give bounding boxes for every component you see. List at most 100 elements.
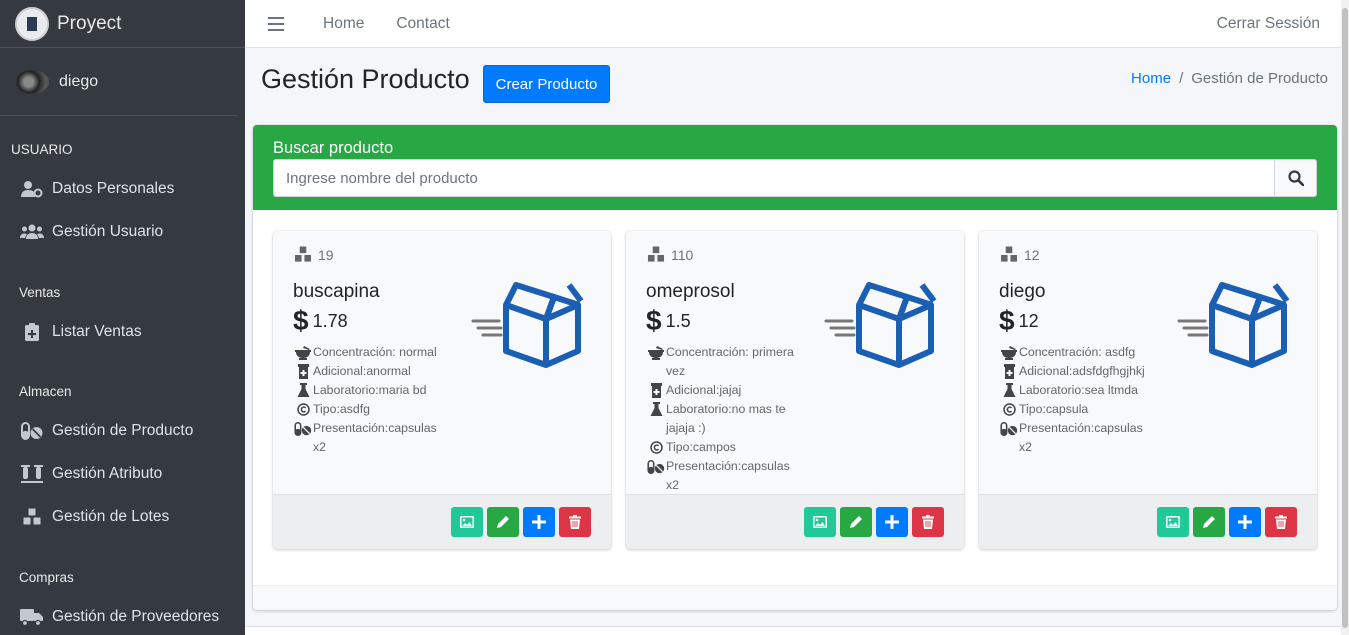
- copyright-icon: [999, 400, 1019, 419]
- sidebar-item-gestion-producto[interactable]: Gestión de Producto: [0, 411, 245, 451]
- product-search-card: Buscar producto 19 buscapina $ 1.78 Conc…: [253, 125, 1337, 610]
- dollar-icon: $: [293, 305, 309, 336]
- edit-product-button[interactable]: [840, 507, 872, 537]
- add-lot-button[interactable]: [1229, 507, 1261, 537]
- sidebar-item-gestion-usuario[interactable]: Gestión Usuario: [0, 212, 245, 252]
- product-price: $ 12: [999, 307, 1039, 335]
- product-details: Concentración: primera vez Adicional:jaj…: [646, 343, 806, 495]
- brand-title: Proyect: [57, 12, 122, 34]
- mortar-pestle-icon: [646, 343, 666, 362]
- product-price-value: 12: [1018, 310, 1039, 331]
- breadcrumb-separator: /: [1179, 70, 1184, 87]
- plus-icon: [1238, 515, 1252, 529]
- product-price-value: 1.78: [312, 310, 348, 331]
- cubes-icon: [294, 246, 312, 263]
- detail-laboratorio: Laboratorio:sea ltmda: [999, 381, 1159, 400]
- menu-toggle-icon[interactable]: [268, 16, 284, 31]
- sidebar: Proyect diego USUARIO Datos Personales G…: [0, 0, 245, 635]
- user-panel[interactable]: diego: [0, 48, 237, 116]
- breadcrumb-home-link[interactable]: Home: [1131, 70, 1171, 87]
- prescription-bottle-icon: [646, 381, 666, 400]
- sidebar-item-label: Gestión Atributo: [52, 465, 163, 482]
- prescription-bottle-icon: [293, 362, 313, 381]
- search-group: [273, 159, 1317, 197]
- top-navbar: Home Contact Cerrar Sessión: [245, 0, 1349, 48]
- nav-header-almacen: Almacen: [19, 384, 72, 399]
- pills-icon: [20, 421, 44, 441]
- add-lot-button[interactable]: [523, 507, 555, 537]
- truck-icon: [20, 607, 44, 627]
- product-card-footer: [626, 494, 964, 549]
- pencil-icon: [850, 516, 862, 528]
- product-price: $ 1.78: [293, 307, 348, 335]
- product-details: Concentración: asdfg Adicional:adsfdgfhg…: [999, 343, 1159, 457]
- nav-header-ventas: Ventas: [19, 285, 61, 300]
- pencil-icon: [497, 516, 509, 528]
- product-name: diego: [999, 281, 1046, 302]
- sidebar-item-gestion-atributo[interactable]: Gestión Atributo: [0, 454, 245, 494]
- dollar-icon: $: [646, 305, 662, 336]
- product-name: omeprosol: [646, 281, 735, 302]
- user-gear-icon: [20, 179, 44, 199]
- detail-presentacion: Presentación:capsulas x2: [999, 419, 1159, 457]
- search-input[interactable]: [273, 159, 1275, 197]
- sidebar-item-label: Gestión Usuario: [52, 223, 164, 240]
- image-icon: [813, 516, 827, 528]
- create-product-button[interactable]: Crear Producto: [483, 65, 610, 103]
- delete-product-button[interactable]: [912, 507, 944, 537]
- logout-link[interactable]: Cerrar Sessión: [1217, 15, 1320, 33]
- add-lot-button[interactable]: [876, 507, 908, 537]
- search-button[interactable]: [1275, 159, 1317, 197]
- page-title: Gestión Producto: [261, 64, 470, 94]
- cubes-icon: [20, 507, 44, 527]
- edit-product-button[interactable]: [487, 507, 519, 537]
- sidebar-item-datos-personales[interactable]: Datos Personales: [0, 169, 245, 209]
- trash-icon: [922, 515, 934, 529]
- change-image-button[interactable]: [451, 507, 483, 537]
- scrollbar-thumb[interactable]: [1342, 8, 1348, 628]
- pills-icon: [646, 457, 666, 476]
- flask-icon: [646, 400, 666, 419]
- sidebar-item-listar-ventas[interactable]: Listar Ventas: [0, 312, 245, 352]
- pills-icon: [293, 419, 313, 438]
- copyright-icon: [646, 438, 666, 457]
- product-actions: [451, 507, 591, 537]
- product-box-icon: [1177, 282, 1290, 368]
- flask-icon: [293, 381, 313, 400]
- delete-product-button[interactable]: [559, 507, 591, 537]
- change-image-button[interactable]: [804, 507, 836, 537]
- edit-product-button[interactable]: [1193, 507, 1225, 537]
- breadcrumb-current: Gestión de Producto: [1191, 70, 1328, 87]
- brand-logo: [15, 6, 49, 41]
- product-card: 19 buscapina $ 1.78 Concentración: norma…: [273, 231, 611, 549]
- nav-link-home[interactable]: Home: [323, 15, 364, 33]
- change-image-button[interactable]: [1157, 507, 1189, 537]
- plus-icon: [885, 515, 899, 529]
- product-actions: [804, 507, 944, 537]
- product-stock: 12: [999, 246, 1040, 263]
- flask-icon: [999, 381, 1019, 400]
- delete-product-button[interactable]: [1265, 507, 1297, 537]
- detail-tipo: Tipo:asdfg: [293, 400, 453, 419]
- sidebar-item-label: Gestión de Proveedores: [52, 608, 220, 625]
- users-icon: [20, 222, 44, 242]
- nav-link-contact[interactable]: Contact: [396, 15, 449, 33]
- sidebar-item-gestion-proveedores[interactable]: Gestión de Proveedores: [0, 597, 245, 635]
- product-stock: 110: [646, 246, 693, 263]
- detail-tipo: Tipo:capsula: [999, 400, 1159, 419]
- sidebar-item-gestion-lotes[interactable]: Gestión de Lotes: [0, 497, 245, 537]
- page-footer: [245, 626, 1341, 635]
- pencil-icon: [1203, 516, 1215, 528]
- pills-icon: [999, 419, 1019, 438]
- detail-laboratorio: Laboratorio:maria bd: [293, 381, 453, 400]
- sidebar-item-label: Datos Personales: [52, 180, 175, 197]
- scrollbar-track[interactable]: [1341, 0, 1349, 635]
- product-card-footer: [979, 494, 1317, 549]
- user-name: diego: [59, 72, 99, 90]
- detail-tipo: Tipo:campos: [646, 438, 806, 457]
- sidebar-item-label: Gestión de Lotes: [52, 508, 170, 525]
- product-stock-value: 19: [318, 246, 334, 263]
- brand-link[interactable]: Proyect: [0, 0, 245, 48]
- product-box-icon: [824, 282, 937, 368]
- trash-icon: [1275, 515, 1287, 529]
